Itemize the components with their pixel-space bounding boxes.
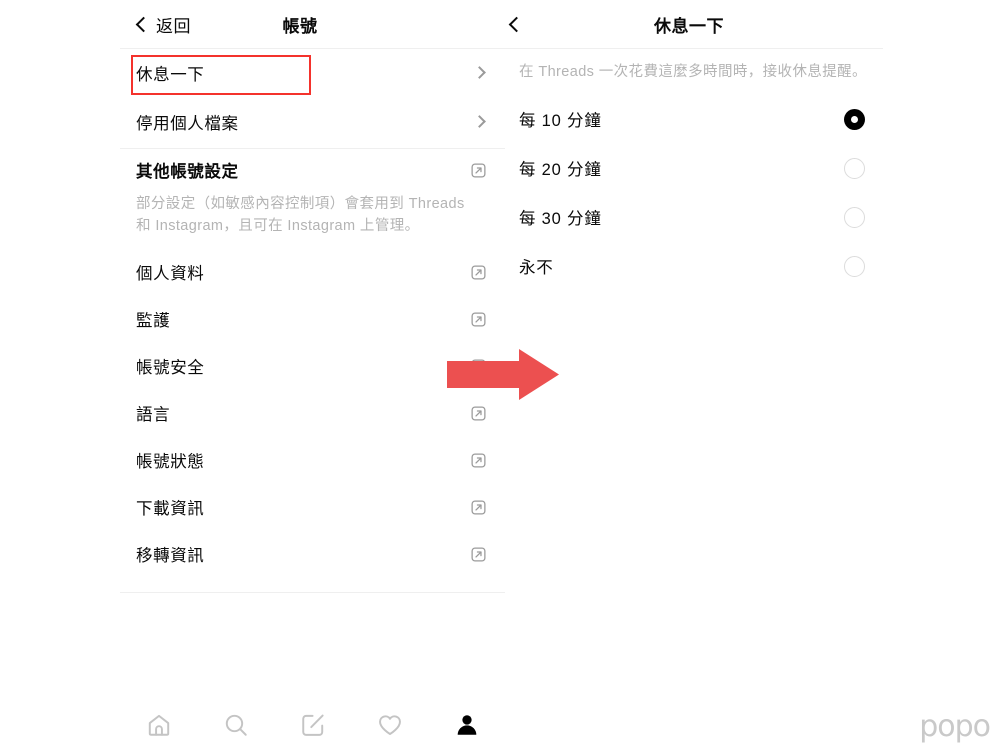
right-nav-header: 休息一下 — [505, 0, 883, 48]
list-item-take-a-break[interactable]: 休息一下 — [120, 48, 505, 97]
list-item-personal-details[interactable]: 個人資料 — [120, 249, 505, 296]
bottom-navigation-bar — [120, 705, 505, 750]
home-icon[interactable] — [146, 712, 172, 743]
panel-description: 在 Threads 一次花費這麼多時間時，接收休息提醒。 — [519, 64, 867, 80]
external-link-icon — [470, 162, 487, 179]
take-a-break-panel: 休息一下 在 Threads 一次花費這麼多時間時，接收休息提醒。 每 10 分… — [505, 0, 883, 750]
radio-option-label: 永不 — [519, 259, 554, 278]
back-button-label: 返回 — [156, 16, 191, 36]
external-link-icon — [470, 405, 487, 422]
compose-icon[interactable] — [300, 712, 326, 743]
list-item-account-security[interactable]: 帳號安全 — [120, 343, 505, 390]
external-link-icon — [470, 546, 487, 563]
screenshot-canvas: 返回 帳號 休息一下 停用個人檔案 其他帳號設定 部分設定（如敏感內容控制項）會… — [0, 0, 1000, 750]
chevron-right-icon — [473, 115, 486, 128]
left-nav-header: 返回 帳號 — [120, 0, 505, 48]
account-settings-panel: 返回 帳號 休息一下 停用個人檔案 其他帳號設定 部分設定（如敏感內容控制項）會… — [120, 0, 505, 750]
page-title: 帳號 — [282, 16, 318, 36]
list-item-deactivate-profile[interactable]: 停用個人檔案 — [120, 97, 505, 146]
list-item-label: 帳號安全 — [136, 359, 205, 378]
list-item-label: 帳號狀態 — [136, 453, 205, 472]
list-item-label: 監護 — [136, 312, 171, 331]
radio-option-never[interactable]: 永不 — [505, 242, 883, 291]
list-item-label: 移轉資訊 — [136, 547, 205, 566]
list-item-supervision[interactable]: 監護 — [120, 296, 505, 343]
radio-option-every-30-minutes[interactable]: 每 30 分鐘 — [505, 193, 883, 242]
radio-button[interactable] — [844, 255, 865, 277]
radio-option-label: 每 30 分鐘 — [519, 210, 602, 229]
header-divider — [120, 48, 883, 49]
list-item-download-information[interactable]: 下載資訊 — [120, 484, 505, 531]
search-icon[interactable] — [223, 712, 249, 743]
list-item-account-status[interactable]: 帳號狀態 — [120, 437, 505, 484]
radio-option-label: 每 10 分鐘 — [519, 112, 602, 131]
radio-option-every-10-minutes[interactable]: 每 10 分鐘 — [505, 95, 883, 144]
watermark: popo — [919, 709, 991, 744]
radio-button-selected[interactable] — [844, 108, 865, 130]
external-link-icon — [470, 311, 487, 328]
radio-option-label: 每 20 分鐘 — [519, 161, 602, 180]
list-item-other-account-settings[interactable]: 其他帳號設定 — [120, 149, 505, 191]
list-item-label: 下載資訊 — [136, 500, 205, 519]
list-bottom-divider — [120, 591, 505, 593]
chevron-left-icon — [135, 16, 152, 32]
profile-icon[interactable] — [454, 712, 480, 743]
heart-icon[interactable] — [377, 712, 403, 743]
chevron-right-icon — [473, 66, 486, 79]
external-link-icon — [470, 499, 487, 516]
external-link-icon — [470, 358, 487, 375]
list-item-language[interactable]: 語言 — [120, 390, 505, 437]
external-link-icon — [470, 264, 487, 281]
section-description: 部分設定（如敏感內容控制項）會套用到 Threads 和 Instagram，且… — [136, 196, 465, 235]
page-title: 休息一下 — [654, 16, 724, 36]
list-item-label: 休息一下 — [136, 65, 205, 84]
list-item-label: 個人資料 — [136, 265, 205, 284]
list-item-label: 語言 — [136, 406, 171, 425]
radio-option-every-20-minutes[interactable]: 每 20 分鐘 — [505, 144, 883, 193]
radio-button[interactable] — [844, 206, 865, 228]
external-link-icon — [470, 452, 487, 469]
radio-button[interactable] — [844, 157, 865, 179]
back-button[interactable]: 返回 — [135, 8, 193, 41]
list-item-transfer-information[interactable]: 移轉資訊 — [120, 531, 505, 578]
back-button[interactable] — [508, 15, 525, 34]
section-title: 其他帳號設定 — [136, 163, 239, 181]
list-item-label: 停用個人檔案 — [136, 114, 239, 133]
chevron-left-icon — [508, 16, 525, 32]
